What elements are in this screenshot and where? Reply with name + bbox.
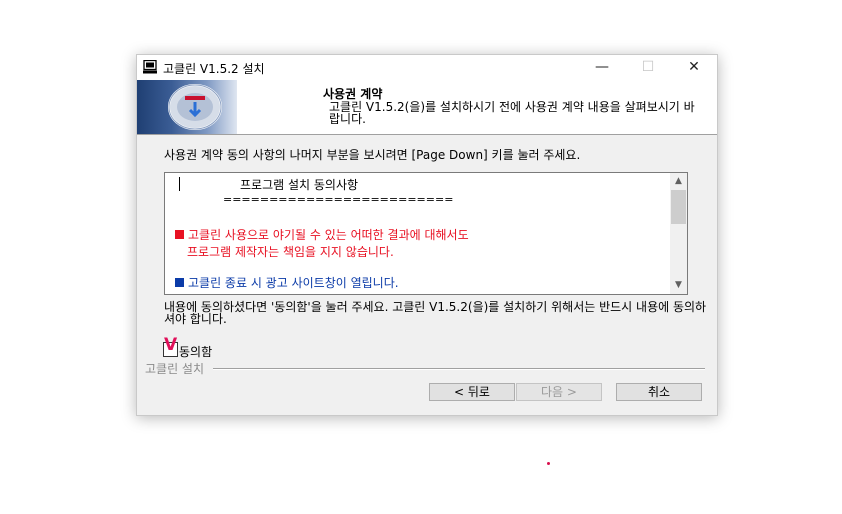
- license-item-warning: 고클린 사용으로 야기될 수 있는 어떠한 결과에 대해서도: [175, 226, 469, 243]
- brand-divider: [213, 368, 705, 370]
- back-button[interactable]: < 뒤로: [429, 383, 515, 401]
- text-caret: [179, 177, 180, 191]
- wizard-header: 사용권 계약 고클린 V1.5.2(을)를 설치하시기 전에 사용권 계약 내용…: [137, 80, 717, 135]
- license-item-info: 고클린 종료 시 광고 사이트창이 열립니다.: [175, 274, 399, 291]
- scroll-down-arrow-icon[interactable]: ▼: [670, 277, 687, 294]
- cancel-button[interactable]: 취소: [616, 383, 702, 401]
- agree-instruction: 내용에 동의하셨다면 '동의함'을 눌러 주세요. 고클린 V1.5.2(을)를…: [164, 300, 707, 326]
- window-title: 고클린 V1.5.2 설치: [163, 62, 265, 76]
- minimize-button[interactable]: —: [579, 55, 625, 80]
- maximize-button[interactable]: ☐: [625, 55, 671, 80]
- license-divider: =========================: [223, 193, 454, 206]
- installer-icon: [143, 59, 158, 74]
- license-heading: 프로그램 설치 동의사항: [240, 178, 359, 192]
- disc-icon: [168, 84, 222, 130]
- instruction-text: 사용권 계약 동의 사항의 나머지 부분을 보시려면 [Page Down] 키…: [164, 148, 581, 162]
- red-square-icon: [175, 230, 184, 239]
- license-item-warning-cont: 프로그램 제작자는 책임을 지지 않습니다.: [187, 245, 394, 259]
- license-item-warning-text: 고클린 사용으로 야기될 수 있는 어떠한 결과에 대해서도: [188, 228, 469, 242]
- page-description: 고클린 V1.5.2(을)를 설치하시기 전에 사용권 계약 내용을 살펴보시기…: [329, 100, 695, 126]
- license-scrollbar[interactable]: ▲ ▼: [670, 173, 687, 294]
- license-item-info-text: 고클린 종료 시 광고 사이트창이 열립니다.: [188, 276, 399, 290]
- check-mark-icon: V: [164, 335, 178, 355]
- cursor-dot: [547, 462, 550, 465]
- agree-checkbox-label[interactable]: 동의함: [179, 343, 212, 360]
- banner-image: [137, 80, 237, 134]
- license-textbox[interactable]: 프로그램 설치 동의사항 ========================= 고…: [164, 172, 688, 295]
- installer-window: 고클린 V1.5.2 설치 — ☐ ✕ 사용권 계약 고클린 V1.5.2(을)…: [136, 54, 718, 416]
- next-button[interactable]: 다음 >: [516, 383, 602, 401]
- scroll-thumb[interactable]: [671, 190, 686, 224]
- scroll-up-arrow-icon[interactable]: ▲: [670, 173, 687, 190]
- blue-square-icon: [175, 278, 184, 287]
- close-button[interactable]: ✕: [671, 55, 717, 80]
- brand-label: 고클린 설치: [145, 360, 209, 377]
- title-bar[interactable]: 고클린 V1.5.2 설치 — ☐ ✕: [137, 55, 717, 80]
